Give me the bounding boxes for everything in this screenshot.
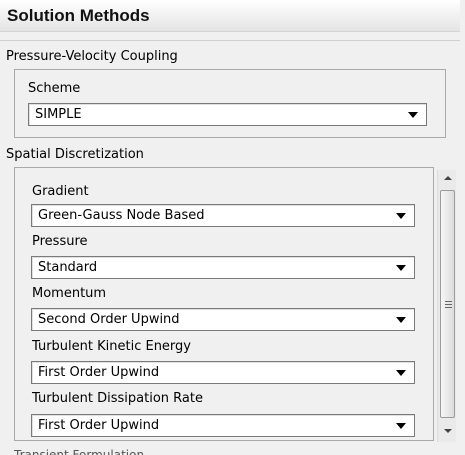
gradient-label: Gradient: [32, 184, 89, 199]
scroll-down-button[interactable]: [438, 422, 457, 440]
chevron-down-icon: [396, 423, 406, 429]
chevron-down-icon: [396, 265, 406, 271]
turbulent-kinetic-energy-dropdown[interactable]: First Order Upwind: [31, 361, 415, 384]
scroll-up-button[interactable]: [438, 170, 457, 188]
gradient-value: Green-Gauss Node Based: [38, 208, 205, 223]
pressure-label: Pressure: [32, 234, 88, 249]
turbulent-dissipation-rate-value: First Order Upwind: [38, 418, 160, 433]
chevron-down-icon: [396, 317, 406, 323]
pv-coupling-group: Scheme SIMPLE: [14, 69, 446, 138]
transient-formulation-label-partial: Transient Formulation: [14, 448, 145, 455]
scheme-label: Scheme: [28, 81, 81, 96]
spatial-discretization-label: Spatial Discretization: [6, 147, 144, 162]
scroll-up-icon: [444, 176, 452, 180]
scheme-value: SIMPLE: [35, 107, 82, 122]
chevron-down-icon: [396, 213, 406, 219]
spatial-discretization-group: Gradient Green-Gauss Node Based Pressure…: [14, 167, 434, 441]
chevron-down-icon: [408, 112, 418, 118]
panel-header: Solution Methods: [0, 0, 460, 32]
gradient-dropdown[interactable]: Green-Gauss Node Based: [31, 204, 415, 227]
grip-line: [445, 307, 452, 308]
turbulent-dissipation-rate-dropdown[interactable]: First Order Upwind: [31, 414, 415, 437]
pressure-dropdown[interactable]: Standard: [31, 256, 415, 279]
momentum-dropdown[interactable]: Second Order Upwind: [31, 308, 415, 331]
momentum-label: Momentum: [32, 286, 107, 301]
grip-line: [445, 304, 452, 305]
divider: [0, 40, 460, 41]
turbulent-kinetic-energy-label: Turbulent Kinetic Energy: [32, 339, 191, 354]
momentum-value: Second Order Upwind: [38, 312, 180, 327]
turbulent-kinetic-energy-value: First Order Upwind: [38, 365, 160, 380]
chevron-down-icon: [396, 370, 406, 376]
pv-coupling-label: Pressure-Velocity Coupling: [6, 49, 178, 64]
grip-line: [445, 301, 452, 302]
panel-title: Solution Methods: [7, 6, 150, 25]
turbulent-dissipation-rate-label: Turbulent Dissipation Rate: [32, 391, 203, 406]
scroll-down-icon: [444, 429, 452, 433]
pressure-value: Standard: [38, 260, 98, 275]
vertical-scrollbar[interactable]: [437, 170, 456, 442]
scroll-thumb[interactable]: [440, 190, 455, 418]
scheme-dropdown[interactable]: SIMPLE: [28, 103, 427, 126]
